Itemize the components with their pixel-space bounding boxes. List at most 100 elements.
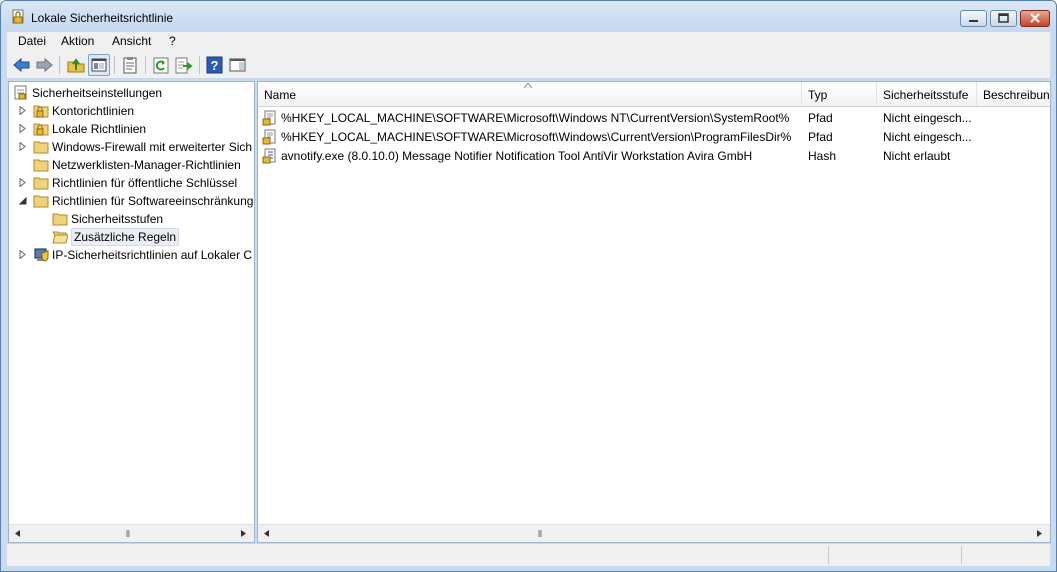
menu-aktion[interactable]: Aktion [61,34,94,48]
rule-name: %HKEY_LOCAL_MACHINE\SOFTWARE\Microsoft\W… [281,111,790,125]
title-bar[interactable]: Lokale Sicherheitsrichtlinie [1,1,1056,31]
main-window: Lokale Sicherheitsrichtlinie Datei Aktio… [0,0,1057,572]
tree-item-netzwerklisten[interactable]: Netzwerklisten-Manager-Richtlinien [19,156,253,174]
collapse-arrow-icon[interactable] [19,196,27,205]
scroll-left-icon[interactable] [13,529,23,538]
toolbar-separator [199,56,200,74]
tree-item-sicherheitsstufen[interactable]: Sicherheitsstufen [38,210,253,228]
tree-item-label: IP-Sicherheitsrichtlinien auf Lokaler C [52,248,253,262]
hash-rule-icon [262,148,278,164]
path-rule-icon [262,129,278,145]
rule-name: %HKEY_LOCAL_MACHINE\SOFTWARE\Microsoft\W… [281,130,792,144]
help-button[interactable]: ? [204,54,226,76]
menu-bar: Datei Aktion Ansicht ? [7,31,1050,52]
policy-folder-icon [33,103,49,118]
list-header: Name Typ Sicherheitsstufe Beschreibun [258,82,1050,107]
expand-arrow-icon[interactable] [19,178,27,187]
maximize-icon [998,13,1009,23]
minimize-button[interactable] [960,10,987,27]
toolbar-separator [114,56,115,74]
tree-item-label: Lokale Richtlinien [52,122,147,136]
folder-icon [52,211,68,226]
tree-item-label: Netzwerklisten-Manager-Richtlinien [52,158,241,172]
expand-arrow-icon[interactable] [19,142,27,151]
refresh-icon [153,57,169,74]
menu-datei[interactable]: Datei [18,34,46,48]
column-header-sicherheitsstufe[interactable]: Sicherheitsstufe [877,82,977,106]
menu-ansicht[interactable]: Ansicht [112,34,151,48]
svg-text:?: ? [211,58,219,73]
tree-pane[interactable]: Sicherheitseinstellungen Kontorichtlinie… [8,81,255,543]
action-pane-icon [229,58,246,72]
expand-arrow-icon[interactable] [19,106,27,115]
ip-security-icon [33,247,49,262]
column-header-typ[interactable]: Typ [802,82,877,106]
tree-item-label: Kontorichtlinien [52,104,135,118]
menu-help[interactable]: ? [169,34,176,48]
tree-item-zusaetzliche-regeln[interactable]: Zusätzliche Regeln [38,228,253,246]
rule-level: Nicht erlaubt [883,149,951,163]
up-folder-icon [67,58,85,73]
tree-item-lokale-richtlinien[interactable]: Lokale Richtlinien [19,120,253,138]
security-policy-app-icon [11,9,25,25]
tree-item-software-restriction[interactable]: Richtlinien für Softwareeinschränkung [19,192,253,210]
table-row[interactable]: %HKEY_LOCAL_MACHINE\SOFTWARE\Microsoft\W… [258,127,1050,146]
rule-level: Nicht eingesch... [883,111,972,125]
properties-button[interactable] [119,54,141,76]
action-pane-button[interactable] [227,54,249,76]
toolbar: ? [7,52,1050,79]
folder-icon [33,157,49,172]
scroll-right-icon[interactable] [1034,529,1044,538]
scroll-right-icon[interactable] [238,529,248,538]
tree-item-public-key[interactable]: Richtlinien für öffentliche Schlüssel [19,174,253,192]
forward-button[interactable] [33,54,55,76]
up-folder-button[interactable] [65,54,87,76]
maximize-button[interactable] [990,10,1017,27]
forward-icon [36,57,53,73]
tree-item-label: Richtlinien für Softwareeinschränkung [52,194,253,208]
tree-item-ip-security[interactable]: IP-Sicherheitsrichtlinien auf Lokaler C [19,246,253,264]
tree-item-windows-firewall[interactable]: Windows-Firewall mit erweiterter Sich [19,138,253,156]
tree-item-label: Richtlinien für öffentliche Schlüssel [52,176,238,190]
folder-open-icon [52,229,69,244]
list-horizontal-scrollbar[interactable]: ⦀ [258,524,1050,542]
status-segment [961,546,1050,564]
export-list-icon [175,57,193,74]
table-row[interactable]: %HKEY_LOCAL_MACHINE\SOFTWARE\Microsoft\W… [258,108,1050,127]
show-hide-tree-button[interactable] [88,54,110,76]
tree-item-label: Sicherheitsstufen [71,212,164,226]
tree-item-kontorichtlinien[interactable]: Kontorichtlinien [19,102,253,120]
help-icon: ? [206,56,223,74]
rule-level: Nicht eingesch... [883,130,972,144]
status-bar [7,543,1050,566]
column-header-name[interactable]: Name [258,82,802,106]
close-button[interactable] [1020,10,1050,27]
column-header-beschreibung[interactable]: Beschreibun [977,82,1050,106]
tree-item-label: Zusätzliche Regeln [71,228,180,246]
folder-icon [33,139,49,154]
tree-root-label: Sicherheitseinstellungen [32,86,163,100]
back-button[interactable] [11,54,33,76]
tree-horizontal-scrollbar[interactable]: ⦀ [9,524,254,542]
rules-list-pane[interactable]: Name Typ Sicherheitsstufe Beschreibun %H… [257,81,1051,543]
close-icon [1030,13,1040,23]
toolbar-separator [145,56,146,74]
tree-root[interactable]: Sicherheitseinstellungen [13,84,253,102]
path-rule-icon [262,110,278,126]
folder-icon [33,175,49,190]
policy-folder-icon [33,121,49,136]
scroll-left-icon[interactable] [262,529,272,538]
export-list-button[interactable] [173,54,195,76]
scrollbar-thumb[interactable]: ⦀ [126,529,130,540]
refresh-button[interactable] [150,54,172,76]
rule-type: Pfad [808,130,833,144]
rule-name: avnotify.exe (8.0.10.0) Message Notifier… [281,149,753,163]
expand-arrow-icon[interactable] [19,124,27,133]
toolbar-separator [59,56,60,74]
expand-arrow-icon[interactable] [19,250,27,259]
tree-item-label: Windows-Firewall mit erweiterter Sich [52,140,253,154]
scrollbar-thumb[interactable]: ⦀ [538,529,542,540]
minimize-icon [969,20,978,22]
properties-icon [123,57,137,74]
table-row[interactable]: avnotify.exe (8.0.10.0) Message Notifier… [258,146,1050,165]
